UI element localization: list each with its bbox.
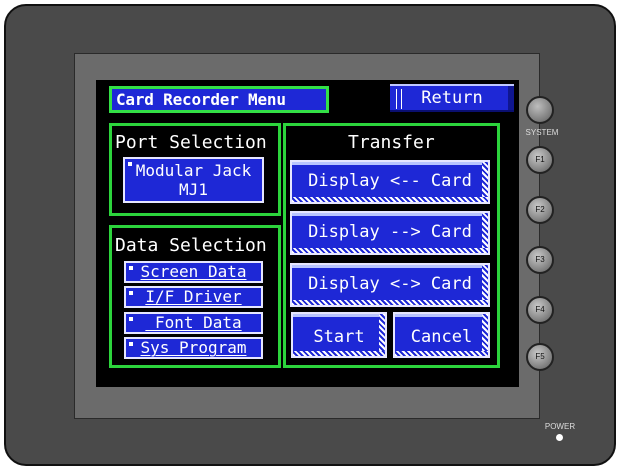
data-item-font-data[interactable]: Font Data	[124, 312, 263, 334]
data-selection-title: Data Selection	[115, 235, 267, 256]
transfer-button-label: Display <-> Card	[308, 274, 472, 294]
data-item-if-driver[interactable]: I/F Driver	[124, 286, 263, 308]
port-option-modular-jack[interactable]: Modular Jack MJ1	[123, 157, 264, 203]
display-to-card-button[interactable]: Display --> Card	[290, 211, 490, 255]
transfer-button-label: Display --> Card	[308, 222, 472, 242]
port-option-line2: MJ1	[179, 180, 208, 199]
selection-marker	[129, 317, 133, 321]
system-button[interactable]	[526, 96, 554, 124]
selection-marker	[129, 266, 133, 270]
return-button-edge	[508, 86, 514, 110]
data-item-screen-data[interactable]: Screen Data	[124, 261, 263, 283]
start-button[interactable]: Start	[291, 312, 387, 358]
button-shadow-bottom	[395, 351, 488, 356]
cancel-button[interactable]: Cancel	[393, 312, 490, 358]
f1-key[interactable]: F1	[526, 146, 554, 174]
data-item-label: I/F Driver	[145, 287, 242, 306]
return-button[interactable]: Return	[390, 84, 514, 112]
port-selection-title: Port Selection	[115, 132, 267, 153]
cancel-button-label: Cancel	[410, 327, 473, 347]
button-shadow-right	[379, 314, 385, 356]
transfer-title: Transfer	[348, 132, 435, 153]
button-shadow-right	[482, 213, 488, 253]
power-led-icon	[556, 434, 563, 441]
display-compare-card-button[interactable]: Display <-> Card	[290, 263, 490, 307]
selection-marker	[129, 291, 133, 295]
f2-key[interactable]: F2	[526, 196, 554, 224]
f3-key[interactable]: F3	[526, 246, 554, 274]
button-shadow-bottom	[292, 197, 488, 202]
selection-marker	[129, 342, 133, 346]
data-item-label: Screen Data	[140, 262, 247, 281]
transfer-button-label: Display <-- Card	[308, 171, 472, 191]
display-from-card-button[interactable]: Display <-- Card	[290, 160, 490, 204]
power-label: POWER	[544, 422, 576, 431]
system-label: SYSTEM	[525, 128, 559, 137]
button-shadow-bottom	[293, 351, 385, 356]
return-button-label: Return	[421, 88, 483, 108]
data-item-label: Font Data	[145, 313, 242, 332]
selection-marker	[128, 162, 132, 166]
menu-title: Card Recorder Menu	[109, 86, 329, 113]
data-item-sys-program[interactable]: Sys Program	[124, 337, 263, 359]
return-button-marker	[396, 89, 402, 109]
button-shadow-right	[482, 162, 488, 202]
start-button-label: Start	[313, 327, 365, 347]
button-shadow-right	[482, 265, 488, 305]
f5-key[interactable]: F5	[526, 343, 554, 371]
button-shadow-bottom	[292, 300, 488, 305]
port-option-line1: Modular Jack	[135, 161, 252, 180]
f4-key[interactable]: F4	[526, 296, 554, 324]
button-shadow-bottom	[292, 248, 488, 253]
button-shadow-right	[482, 314, 488, 356]
data-item-label: Sys Program	[140, 338, 247, 357]
